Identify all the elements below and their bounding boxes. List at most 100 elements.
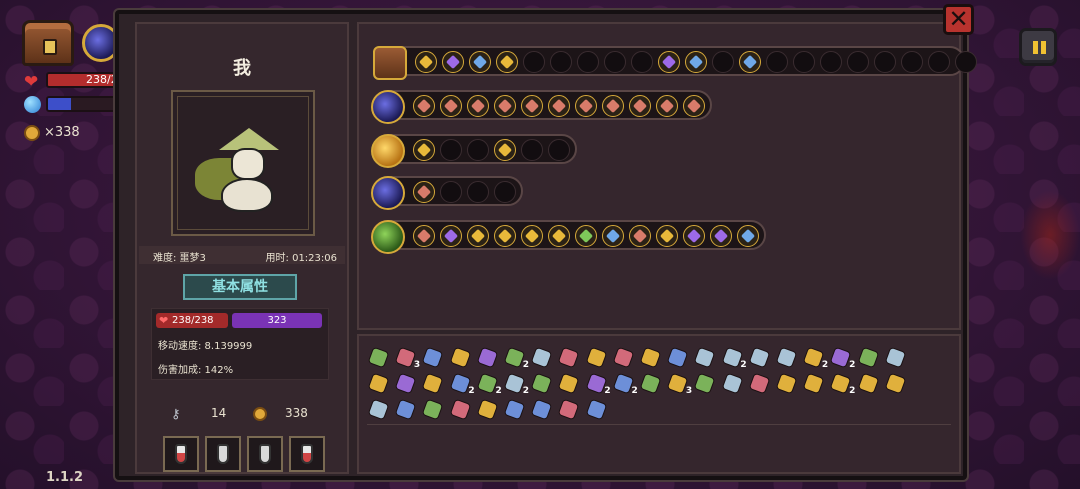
rune-slot-empty[interactable]	[577, 51, 599, 73]
inventory-item[interactable]	[802, 372, 824, 394]
rune-slot-filled[interactable]	[737, 225, 759, 247]
potion-slot[interactable]	[289, 436, 325, 472]
inventory-item[interactable]	[421, 398, 443, 420]
rune-slot-filled[interactable]	[685, 51, 707, 73]
rune-slot-filled[interactable]	[413, 139, 435, 161]
inventory-item[interactable]: 2	[829, 372, 855, 396]
rune-slot-empty[interactable]	[955, 51, 977, 73]
inventory-item[interactable]: 2	[612, 372, 638, 396]
inventory-item[interactable]	[557, 346, 579, 368]
inventory-item[interactable]: 2	[585, 372, 610, 396]
rune-slot-filled[interactable]	[739, 51, 761, 73]
rune-slot-empty[interactable]	[793, 51, 815, 73]
rune-slot-filled[interactable]	[469, 51, 491, 73]
rune-slot-filled[interactable]	[413, 95, 435, 117]
rune-slot-empty[interactable]	[440, 139, 462, 161]
rune-slot-filled[interactable]	[629, 225, 651, 247]
inventory-item[interactable]	[585, 346, 607, 368]
inventory-item[interactable]	[639, 346, 661, 368]
inventory-item[interactable]	[857, 372, 879, 394]
inventory-item[interactable]	[476, 346, 498, 368]
inventory-item[interactable]: 3	[666, 372, 692, 396]
rune-slot-filled[interactable]	[575, 95, 597, 117]
rune-slot-empty[interactable]	[712, 51, 734, 73]
inventory-item[interactable]	[530, 346, 552, 368]
inventory-item[interactable]	[639, 372, 661, 394]
inventory-item[interactable]	[721, 372, 743, 394]
inventory-item[interactable]	[748, 372, 770, 394]
inventory-item[interactable]: 2	[802, 346, 828, 370]
inventory-item[interactable]	[557, 372, 579, 394]
rune-slot-empty[interactable]	[766, 51, 788, 73]
inventory-item[interactable]: 2	[476, 372, 502, 396]
rune-slot-filled[interactable]	[415, 51, 437, 73]
rune-slot-filled[interactable]	[548, 225, 570, 247]
inventory-item[interactable]	[884, 346, 906, 368]
rune-slot-empty[interactable]	[631, 51, 653, 73]
inventory-item[interactable]	[449, 398, 471, 420]
rune-slot-filled[interactable]	[683, 95, 705, 117]
inventory-item[interactable]: 2	[503, 372, 529, 396]
inventory-item[interactable]	[530, 372, 552, 394]
weapon-head-icon[interactable]	[371, 134, 405, 168]
rune-slot-filled[interactable]	[494, 95, 516, 117]
inventory-item[interactable]	[476, 398, 498, 420]
inventory-item[interactable]	[421, 346, 443, 368]
rune-slot-filled[interactable]	[494, 225, 516, 247]
rune-slot-filled[interactable]	[602, 225, 624, 247]
rune-slot-empty[interactable]	[548, 139, 570, 161]
inventory-item[interactable]	[775, 346, 797, 368]
inventory-item[interactable]	[666, 346, 688, 368]
inventory-item[interactable]: 3	[394, 346, 420, 370]
weapon-head-icon[interactable]	[371, 220, 405, 254]
inventory-item[interactable]	[367, 372, 389, 394]
rune-slot-empty[interactable]	[440, 181, 462, 203]
rune-slot-filled[interactable]	[494, 139, 516, 161]
close-button[interactable]: ✕	[943, 4, 974, 35]
potion-slot[interactable]	[205, 436, 241, 472]
rune-slot-empty[interactable]	[928, 51, 950, 73]
rune-slot-empty[interactable]	[604, 51, 626, 73]
rune-slot-empty[interactable]	[550, 51, 572, 73]
weapon-head-icon[interactable]	[371, 176, 405, 210]
rune-slot-empty[interactable]	[847, 51, 869, 73]
inventory-item[interactable]	[367, 398, 389, 420]
rune-slot-filled[interactable]	[683, 225, 705, 247]
inventory-item[interactable]	[530, 398, 552, 420]
potion-slot[interactable]	[247, 436, 283, 472]
inventory-item[interactable]	[585, 398, 607, 420]
rune-slot-empty[interactable]	[467, 181, 489, 203]
rune-slot-empty[interactable]	[521, 139, 543, 161]
weapon-head-icon[interactable]	[373, 46, 407, 80]
rune-slot-empty[interactable]	[523, 51, 545, 73]
rune-slot-filled[interactable]	[440, 225, 462, 247]
inventory-item[interactable]: 2	[449, 372, 474, 396]
inventory-item[interactable]: 2	[503, 346, 529, 370]
rune-slot-empty[interactable]	[901, 51, 923, 73]
inventory-item[interactable]	[748, 346, 770, 368]
pause-button[interactable]	[1019, 28, 1057, 66]
rune-slot-filled[interactable]	[521, 95, 543, 117]
inventory-item[interactable]	[394, 398, 416, 420]
inventory-item[interactable]	[693, 346, 715, 368]
rune-slot-empty[interactable]	[494, 181, 516, 203]
inventory-item[interactable]	[503, 398, 525, 420]
rune-slot-filled[interactable]	[521, 225, 543, 247]
inventory-item[interactable]	[449, 346, 471, 368]
rune-slot-filled[interactable]	[656, 225, 678, 247]
rune-slot-filled[interactable]	[467, 225, 489, 247]
inventory-item[interactable]	[367, 346, 389, 368]
inventory-item[interactable]	[557, 398, 579, 420]
rune-slot-filled[interactable]	[467, 95, 489, 117]
rune-slot-filled[interactable]	[440, 95, 462, 117]
rune-slot-filled[interactable]	[629, 95, 651, 117]
rune-slot-filled[interactable]	[496, 51, 518, 73]
rune-slot-empty[interactable]	[467, 139, 489, 161]
rune-slot-filled[interactable]	[602, 95, 624, 117]
inventory-item[interactable]	[884, 372, 906, 394]
inventory-item[interactable]	[693, 372, 715, 394]
basic-attributes-button[interactable]: 基本属性	[183, 274, 297, 300]
inventory-item[interactable]	[775, 372, 797, 394]
chest-icon[interactable]	[22, 20, 74, 66]
rune-slot-filled[interactable]	[413, 181, 435, 203]
